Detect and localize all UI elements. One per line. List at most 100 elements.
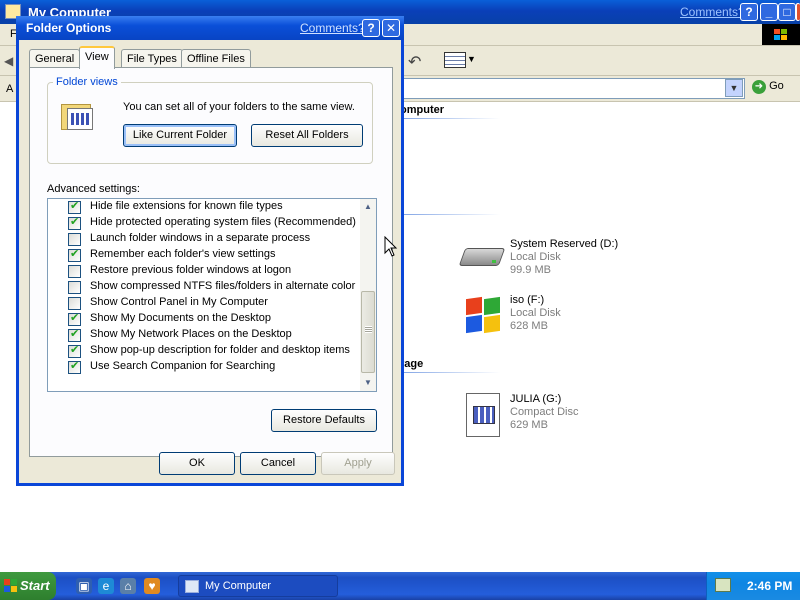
show-desktop-icon[interactable]: ▣ (76, 578, 92, 594)
checkbox[interactable] (68, 265, 81, 278)
drive-item[interactable]: JULIA (G:) Compact Disc 629 MB (460, 393, 680, 453)
list-item[interactable]: Restore previous folder windows at logon (48, 263, 360, 279)
section-divider (400, 118, 500, 119)
scroll-down-arrow-icon[interactable]: ▼ (360, 375, 376, 391)
cancel-button[interactable]: Cancel (240, 452, 316, 475)
views-icon[interactable] (444, 52, 466, 68)
back-arrow-icon[interactable]: ◀ (4, 54, 13, 68)
folder-views-description: You can set all of your folders to the s… (123, 101, 355, 113)
drive-name: iso (F:) (510, 294, 545, 306)
setting-label: Show pop-up description for folder and d… (90, 344, 350, 356)
list-item[interactable]: Show My Network Places on the Desktop (48, 327, 360, 343)
section-divider (400, 372, 500, 373)
setting-label: Launch folder windows in a separate proc… (90, 232, 311, 244)
drive-name: System Reserved (D:) (510, 238, 619, 250)
section-heading: omputer (400, 104, 444, 116)
setting-label: Show compressed NTFS files/folders in al… (90, 280, 356, 292)
checkbox[interactable] (68, 359, 81, 374)
scroll-up-arrow-icon[interactable]: ▲ (360, 199, 376, 215)
list-item[interactable]: Launch folder windows in a separate proc… (48, 231, 360, 247)
vertical-scrollbar[interactable]: ▲ ▼ (360, 199, 376, 391)
start-button[interactable]: Start (0, 572, 56, 600)
clock[interactable]: 2:46 PM (747, 579, 792, 593)
folder-options-dialog: Folder Options Comments? ? ✕ General Vie… (16, 16, 404, 486)
drive-item[interactable]: System Reserved (D:) Local Disk 99.9 MB (458, 238, 680, 298)
list-item[interactable]: Use Search Companion for Searching (48, 359, 360, 375)
drive-type: Compact Disc (510, 406, 579, 418)
dialog-titlebar[interactable]: Folder Options Comments? ? ✕ (16, 16, 404, 40)
setting-label: Hide file extensions for known file type… (90, 200, 283, 212)
setting-label: Hide protected operating system files (R… (90, 216, 356, 228)
windows-logo-icon (762, 24, 800, 45)
drive-type: Local Disk (510, 307, 561, 319)
maximize-button[interactable]: □ (778, 3, 796, 21)
network-icon[interactable]: ⌂ (120, 578, 136, 594)
messenger-icon[interactable]: ♥ (144, 578, 160, 594)
checkbox[interactable] (68, 297, 81, 310)
my-computer-icon (185, 580, 199, 593)
checkbox[interactable] (68, 327, 81, 342)
advanced-settings-label: Advanced settings: (47, 183, 140, 195)
taskbar-item-label: My Computer (205, 580, 272, 592)
list-item[interactable]: Remember each folder's view settings (48, 247, 360, 263)
drive-name: JULIA (G:) (510, 393, 562, 405)
hard-disk-icon (458, 238, 506, 282)
close-button[interactable] (796, 3, 800, 21)
setting-label: Restore previous folder windows at logon (90, 264, 292, 276)
address-dropdown-icon[interactable]: ▼ (725, 79, 743, 97)
address-label: A (6, 83, 14, 95)
setting-label: Show My Documents on the Desktop (90, 312, 271, 324)
tab-file-types[interactable]: File Types (121, 49, 183, 68)
undo-icon[interactable]: ↶ (408, 52, 421, 72)
advanced-settings-list[interactable]: Hide file extensions for known file type… (47, 198, 377, 392)
list-item[interactable]: Show pop-up description for folder and d… (48, 343, 360, 359)
go-button[interactable]: ➜ Go (752, 80, 784, 94)
tab-view[interactable]: View (79, 46, 115, 69)
scroll-thumb[interactable] (361, 291, 375, 373)
dialog-close-button[interactable]: ✕ (382, 19, 400, 37)
drive-item[interactable]: iso (F:) Local Disk 628 MB (460, 294, 680, 354)
setting-label: Use Search Companion for Searching (90, 360, 276, 372)
checkbox[interactable] (68, 311, 81, 326)
windows-flag-icon (4, 579, 17, 592)
folder-views-legend: Folder views (53, 76, 121, 88)
dialog-comments-link[interactable]: Comments? (300, 21, 365, 35)
checkbox[interactable] (68, 233, 81, 246)
system-tray: 2:46 PM (706, 572, 800, 600)
list-item[interactable]: Hide protected operating system files (R… (48, 215, 360, 231)
dialog-help-button[interactable]: ? (362, 19, 380, 37)
list-item[interactable]: Show Control Panel in My Computer (48, 295, 360, 311)
drive-type: Local Disk (510, 251, 561, 263)
comments-link[interactable]: Comments? (680, 5, 745, 19)
list-item[interactable]: Show compressed NTFS files/folders in al… (48, 279, 360, 295)
restore-defaults-button[interactable]: Restore Defaults (271, 409, 377, 432)
drive-size: 628 MB (510, 320, 548, 332)
help-button[interactable]: ? (740, 3, 758, 21)
tab-general[interactable]: General (29, 49, 81, 68)
windows-flag-icon (460, 294, 506, 338)
dialog-title: Folder Options (26, 21, 112, 35)
address-input[interactable] (400, 78, 745, 99)
reset-all-folders-button[interactable]: Reset All Folders (251, 124, 363, 147)
taskbar-item-my-computer[interactable]: My Computer (178, 575, 338, 597)
like-current-folder-button[interactable]: Like Current Folder (123, 124, 237, 147)
checkbox[interactable] (68, 215, 81, 230)
cd-document-icon (460, 393, 506, 437)
safely-remove-hardware-icon[interactable] (715, 578, 731, 592)
minimize-button[interactable]: _ (760, 3, 778, 21)
setting-label: Show My Network Places on the Desktop (90, 328, 292, 340)
list-item[interactable]: Hide file extensions for known file type… (48, 199, 360, 215)
chevron-down-icon[interactable]: ▼ (467, 54, 476, 64)
tab-offline-files[interactable]: Offline Files (181, 49, 251, 68)
checkbox[interactable] (68, 199, 81, 214)
checkbox[interactable] (68, 281, 81, 294)
folder-view-icon (61, 102, 95, 132)
ok-button[interactable]: OK (159, 452, 235, 475)
internet-explorer-icon[interactable]: e (98, 578, 114, 594)
checkbox[interactable] (68, 247, 81, 262)
checkbox[interactable] (68, 343, 81, 358)
apply-button[interactable]: Apply (321, 452, 395, 475)
list-item[interactable]: Show My Documents on the Desktop (48, 311, 360, 327)
drive-size: 629 MB (510, 419, 548, 431)
setting-label: Remember each folder's view settings (90, 248, 276, 260)
